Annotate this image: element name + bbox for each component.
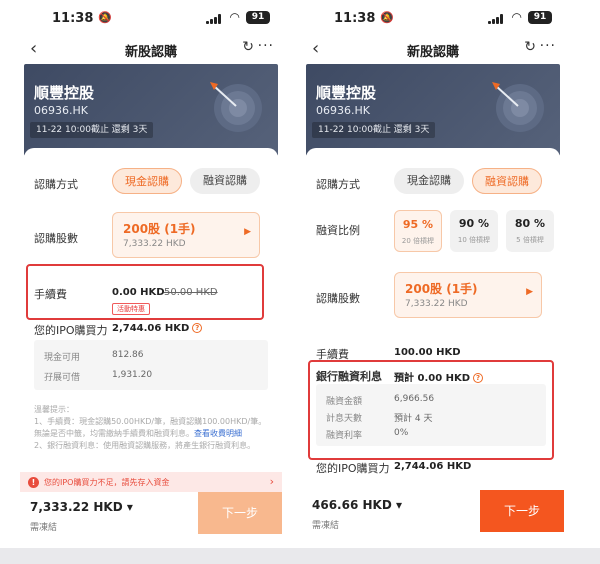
chevron-right-icon: › (269, 475, 274, 488)
ratio-leverage: 5 倍槓桿 (516, 236, 544, 244)
bottom-bar (0, 548, 600, 564)
interest-highlight-box (308, 360, 554, 460)
refresh-icon[interactable]: ↻ (524, 39, 536, 55)
status-time: 11:38 (334, 11, 376, 26)
next-button[interactable]: 下一步 (480, 490, 564, 532)
tips-title: 溫馨提示： (34, 405, 74, 414)
status-time: 11:38 (52, 11, 94, 26)
ratio-option-90[interactable]: 90 % 10 倍槓桿 (450, 210, 498, 252)
method-label: 認購方式 (34, 178, 78, 191)
wifi-icon: ◠ (511, 10, 522, 24)
refresh-icon[interactable]: ↻ (242, 39, 254, 55)
footer-sub: 需凍結 (312, 521, 340, 531)
margin-subscription-screen: 11:38 🔕 ◠ 91 ‹ 新股認購 ↻ ··· 順豐控股 06936.HK … (302, 0, 564, 548)
stock-banner: 順豐控股 06936.HK 11-22 10:00截止 還剩 3天 (306, 64, 560, 156)
ratio-pct: 90 % (458, 217, 490, 230)
method-label: 認購方式 (316, 178, 360, 191)
signal-icon (488, 14, 504, 24)
power-breakdown: 現金可用 812.86 孖展可借 1,931.20 (34, 340, 268, 390)
cash-subscription-screen: 11:38 🔕 ◠ 91 ‹ 新股認購 ↻ ··· 順豐控股 06936.HK … (20, 0, 282, 548)
deadline-badge: 11-22 10:00截止 還剩 3天 (312, 122, 436, 138)
footer-amount[interactable]: 466.66 HKD ▾ (312, 498, 402, 512)
fee-value: 100.00 HKD (394, 347, 461, 358)
nav-bar: ‹ 新股認購 ↻ ··· (20, 36, 282, 64)
power-label: 您的IPO購買力 (34, 324, 108, 337)
battery-icon: 91 (246, 11, 270, 24)
power-label: 您的IPO購買力 (316, 462, 390, 475)
margin-subscribe-tab[interactable]: 融資認購 (472, 168, 542, 194)
stock-name: 順豐控股 (34, 84, 95, 102)
fee-details-link[interactable]: 查看收費明細 (194, 429, 242, 438)
stock-code: 06936.HK (316, 104, 370, 117)
margin-available-value: 1,931.20 (112, 370, 153, 380)
tips-item-2: 2、銀行融資利息：使用融資認購服務，將產生銀行融資利息。 (34, 441, 256, 450)
lot-selector[interactable]: 200股 (1手) 7,333.22 HKD ▶ (112, 212, 260, 258)
wifi-icon: ◠ (229, 10, 240, 24)
status-bar: 11:38 🔕 ◠ 91 (20, 0, 282, 36)
cash-available-value: 812.86 (112, 350, 144, 360)
alert-icon: ! (28, 477, 39, 488)
shares-label: 認購股數 (316, 292, 360, 305)
ratio-pct: 95 % (402, 218, 434, 231)
lot-main: 200股 (1手) (405, 282, 478, 296)
ratio-option-80[interactable]: 80 % 5 倍槓桿 (506, 210, 554, 252)
more-icon[interactable]: ··· (258, 38, 274, 54)
nav-bar: ‹ 新股認購 ↻ ··· (302, 36, 564, 64)
insufficient-warning[interactable]: ! 您的IPO購買力不足，請先存入資金 › (20, 472, 282, 494)
mute-bell-icon: 🔕 (98, 11, 112, 24)
shares-label: 認購股數 (34, 232, 78, 245)
caret-right-icon: ▶ (244, 227, 251, 237)
cash-subscribe-tab[interactable]: 現金認購 (112, 168, 182, 194)
margin-subscribe-tab[interactable]: 融資認購 (190, 168, 260, 194)
power-value: 2,744.06 HKD (394, 461, 472, 472)
more-icon[interactable]: ··· (540, 38, 556, 54)
deadline-badge: 11-22 10:00截止 還剩 3天 (30, 122, 154, 138)
ratio-leverage: 10 倍槓桿 (457, 236, 491, 244)
footer-sub: 需凍結 (30, 523, 58, 533)
ratio-pct: 80 % (514, 217, 546, 230)
fee-highlight-box (26, 264, 264, 320)
caret-right-icon: ▶ (526, 287, 533, 297)
lot-selector[interactable]: 200股 (1手) 7,333.22 HKD ▶ (394, 272, 542, 318)
stock-code: 06936.HK (34, 104, 88, 117)
margin-available-label: 孖展可借 (44, 373, 81, 383)
stock-name: 順豐控股 (316, 84, 377, 102)
ratio-label: 融資比例 (316, 224, 360, 237)
lot-main: 200股 (1手) (123, 222, 196, 236)
signal-icon (206, 14, 222, 24)
ipo-target-icon (492, 82, 544, 132)
mute-bell-icon: 🔕 (380, 11, 394, 24)
battery-icon: 91 (528, 11, 552, 24)
cash-available-label: 現金可用 (44, 353, 81, 363)
footer-bar: 7,333.22 HKD ▾ 需凍結 下一步 (20, 492, 282, 548)
status-bar: 11:38 🔕 ◠ 91 (302, 0, 564, 36)
stock-banner: 順豐控股 06936.HK 11-22 10:00截止 還剩 3天 (24, 64, 278, 156)
footer-amount[interactable]: 7,333.22 HKD ▾ (30, 500, 133, 514)
help-icon[interactable]: ? (192, 323, 203, 333)
footer-bar: 466.66 HKD ▾ 需凍結 下一步 (302, 486, 564, 548)
lot-amount: 7,333.22 HKD (123, 239, 186, 249)
next-button[interactable]: 下一步 (198, 492, 282, 534)
power-value: 2,744.06 HKD? (112, 323, 203, 334)
tips-text: 溫馨提示： 1、手續費：現金認購50.00HKD/筆，融資認購100.00HKD… (34, 404, 270, 452)
warning-text: 您的IPO購買力不足，請先存入資金 (44, 478, 170, 487)
ratio-option-95[interactable]: 95 % 20 倍槓桿 (394, 210, 442, 252)
ipo-target-icon (210, 82, 262, 132)
ratio-leverage: 20 倍槓桿 (401, 237, 435, 245)
cash-subscribe-tab[interactable]: 現金認購 (394, 168, 464, 194)
lot-amount: 7,333.22 HKD (405, 299, 468, 309)
